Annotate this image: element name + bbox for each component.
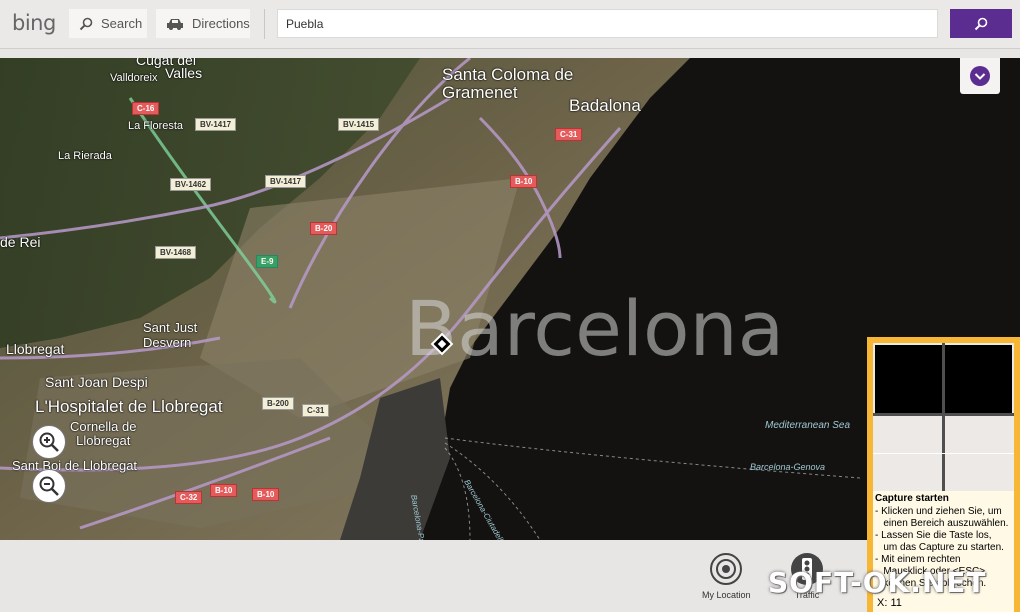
place-label-llobregat: Llobregat [6, 341, 65, 357]
location-pin-icon[interactable] [430, 332, 454, 356]
road-shield: BV-1417 [265, 175, 307, 188]
place-label-badalona: Badalona [569, 96, 641, 115]
search-icon [974, 17, 988, 30]
road-shield: C-32 [175, 491, 203, 504]
road-shield: B-20 [310, 222, 338, 235]
crosshair-vertical [942, 343, 945, 491]
place-label-sant-just: Sant Just Desvern [143, 320, 198, 350]
place-label-valldoreix: Valldoreix [110, 72, 158, 84]
road-shield: E-9 [256, 255, 279, 268]
zoom-in-button[interactable] [32, 425, 66, 459]
zoom-in-icon [39, 432, 59, 452]
road-shield: B-10 [252, 488, 280, 501]
search-tab-label: Search [101, 16, 143, 31]
sea-label-genova: Barcelona-Genova [750, 462, 826, 472]
preview-quadrant [945, 345, 1012, 413]
place-label-valles: Valles [165, 65, 203, 81]
road-shield: BV-1417 [195, 118, 237, 131]
target-icon [710, 553, 743, 585]
car-icon [167, 18, 183, 30]
road-shield: C-16 [132, 102, 160, 115]
place-label-cornella: Cornella de Llobregat [70, 419, 137, 448]
preview-quadrant [875, 345, 942, 413]
chevron-down-icon [970, 66, 990, 86]
expand-panel-button[interactable] [960, 58, 1000, 94]
my-location-button[interactable]: My Location [702, 552, 751, 600]
bing-logo[interactable]: bing [12, 11, 56, 35]
search-submit-button[interactable] [950, 9, 1012, 38]
road-shield: BV-1468 [155, 246, 197, 259]
capture-title: Capture starten [875, 493, 949, 504]
place-label-sant-boi: Sant Boi de Llobregat [12, 458, 138, 473]
capture-magnifier-preview [873, 343, 1014, 491]
place-label-sant-joan-despi: Sant Joan Despi [45, 374, 148, 390]
zoom-out-button[interactable] [32, 469, 66, 503]
road-shield: BV-1462 [170, 178, 212, 191]
search-tab-button[interactable]: Search [69, 9, 147, 38]
watermark: SOFT-OK.NET [768, 566, 987, 599]
road-shield: B-200 [262, 397, 294, 410]
zoom-out-icon [39, 476, 59, 496]
road-shield: C-31 [555, 128, 583, 141]
road-shield: C-31 [302, 404, 330, 417]
place-label-hospitalet: L'Hospitalet de Llobregat [35, 397, 223, 416]
search-icon [79, 17, 93, 30]
road-shield: B-10 [210, 484, 238, 497]
city-label: Barcelona [405, 284, 785, 373]
sea-label-mediterranean: Mediterranean Sea [765, 420, 851, 431]
search-input[interactable] [277, 9, 938, 38]
road-shield: BV-1415 [338, 118, 380, 131]
place-label-la-rierada: La Rierada [58, 150, 112, 162]
directions-tab-button[interactable]: Directions [156, 9, 250, 38]
place-label-santa-coloma: Santa Coloma de Gramenet [442, 65, 574, 102]
place-label-la-floresta: La Floresta [128, 120, 184, 132]
preview-gridline [873, 453, 1014, 454]
directions-tab-label: Directions [192, 16, 250, 31]
top-bar: bing Search Directions [0, 0, 1020, 49]
toolbar-divider [264, 9, 265, 39]
my-location-label: My Location [702, 590, 751, 600]
road-shield: B-10 [510, 175, 538, 188]
place-label-de-rei: de Rei [0, 234, 41, 250]
